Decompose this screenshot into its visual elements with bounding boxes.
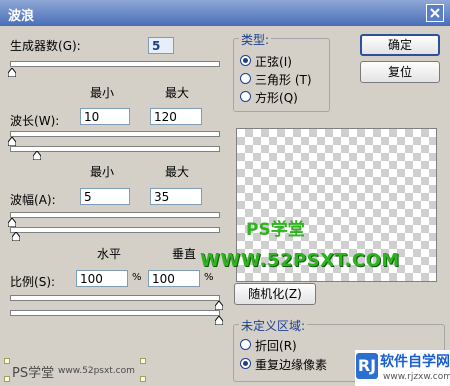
- site-logo: RJ 软件自学网 www.rjzxw.com: [355, 350, 450, 386]
- window-title: 波浪: [8, 9, 35, 24]
- wavelength-max-thumb[interactable]: [33, 151, 41, 160]
- type-sine-radio[interactable]: [240, 55, 251, 66]
- wrap-around-text: 折回: [255, 339, 280, 353]
- corner-mark-icon: [140, 376, 146, 382]
- amplitude-max-slider[interactable]: [10, 227, 220, 233]
- type-square-radio[interactable]: [240, 91, 251, 102]
- corner-mark-icon: [4, 376, 10, 382]
- type-triangle-label: 三角形 (T): [255, 71, 312, 88]
- scale-horizontal-unit: %: [132, 272, 142, 283]
- scale-vertical-input[interactable]: 100: [148, 270, 200, 287]
- amplitude-min-thumb[interactable]: [8, 218, 16, 227]
- wavelength-min-slider[interactable]: [10, 131, 220, 137]
- type-triangle-radio[interactable]: [240, 73, 251, 84]
- scale-key: (S):: [34, 275, 56, 289]
- amplitude-label: 波幅(A):: [10, 191, 56, 208]
- close-icon[interactable]: [426, 4, 444, 22]
- wrap-around-label: 折回(R): [255, 337, 297, 354]
- title-bar: 波浪: [0, 0, 450, 26]
- scale-vertical-thumb[interactable]: [215, 316, 223, 325]
- wavelength-max-slider[interactable]: [10, 146, 220, 152]
- generators-key: (G):: [58, 39, 81, 53]
- generators-input[interactable]: 5: [148, 37, 174, 54]
- watermark-ps: PS学堂: [246, 220, 305, 240]
- scale-horizontal-slider[interactable]: [10, 295, 220, 301]
- wavelength-min-input[interactable]: 10: [80, 108, 130, 125]
- wavelength-min-header: 最小: [90, 86, 115, 100]
- wrap-around-radio[interactable]: [240, 339, 251, 350]
- scale-horizontal-thumb[interactable]: [215, 301, 223, 310]
- repeat-edge-radio[interactable]: [240, 358, 251, 369]
- amplitude-min-input[interactable]: 5: [80, 188, 130, 205]
- type-group-legend: 类型:: [239, 31, 272, 48]
- ok-button[interactable]: 确定: [360, 34, 440, 56]
- scale-horizontal-input[interactable]: 100: [76, 270, 128, 287]
- repeat-edge-label: 重复边缘像素: [255, 358, 328, 372]
- watermark-bottom-left-url: www.52psxt.com: [58, 366, 135, 376]
- generators-slider-thumb[interactable]: [8, 68, 16, 77]
- corner-mark-icon: [4, 358, 10, 364]
- generators-label: 生成器数(G):: [10, 37, 81, 54]
- scale-label-text: 比例: [10, 275, 35, 289]
- wavelength-max-input[interactable]: 120: [150, 108, 202, 125]
- wavelength-key: (W):: [34, 114, 60, 128]
- type-sine-label: 正弦(I): [255, 53, 292, 70]
- scale-label: 比例(S):: [10, 273, 55, 290]
- type-sine-text: 正弦: [255, 55, 280, 69]
- wavelength-max-header: 最大: [165, 86, 190, 100]
- scale-vertical-slider[interactable]: [10, 310, 220, 316]
- site-logo-url: www.rjzxw.com: [383, 372, 450, 382]
- wavelength-label: 波长(W):: [10, 112, 59, 129]
- generators-slider[interactable]: [10, 61, 220, 67]
- amplitude-max-input[interactable]: 35: [150, 188, 202, 205]
- site-logo-mark: RJ: [356, 353, 378, 379]
- amplitude-label-text: 波幅: [10, 193, 35, 207]
- amplitude-max-header: 最大: [165, 165, 190, 179]
- generators-label-text: 生成器数: [10, 39, 59, 53]
- type-square-label: 方形(Q): [255, 89, 298, 106]
- wrap-around-key: (R): [279, 339, 297, 353]
- reset-button[interactable]: 复位: [360, 61, 440, 83]
- watermark-url: WWW.52PSXT.COM: [200, 250, 400, 271]
- type-sine-key: (I): [279, 55, 292, 69]
- amplitude-max-thumb[interactable]: [12, 232, 20, 241]
- randomize-key: (Z): [284, 287, 302, 301]
- watermark-bottom-left: PS学堂: [12, 366, 55, 381]
- corner-mark-icon: [140, 358, 146, 364]
- scale-vertical-header: 垂直: [172, 247, 197, 261]
- site-logo-title: 软件自学网: [380, 354, 450, 370]
- randomize-label: 随机化: [248, 287, 285, 301]
- undefined-area-legend: 未定义区域:: [239, 317, 308, 334]
- wavelength-min-thumb[interactable]: [8, 137, 16, 146]
- scale-horizontal-header: 水平: [97, 247, 122, 261]
- amplitude-min-header: 最小: [90, 165, 115, 179]
- scale-vertical-unit: %: [204, 272, 214, 283]
- type-triangle-key: (T): [294, 73, 312, 87]
- type-square-key: (Q): [279, 91, 298, 105]
- randomize-button[interactable]: 随机化(Z): [234, 283, 316, 305]
- type-square-text: 方形: [255, 91, 280, 105]
- wavelength-label-text: 波长: [10, 114, 35, 128]
- type-triangle-text: 三角形: [255, 73, 292, 87]
- amplitude-min-slider[interactable]: [10, 212, 220, 218]
- amplitude-key: (A):: [34, 193, 56, 207]
